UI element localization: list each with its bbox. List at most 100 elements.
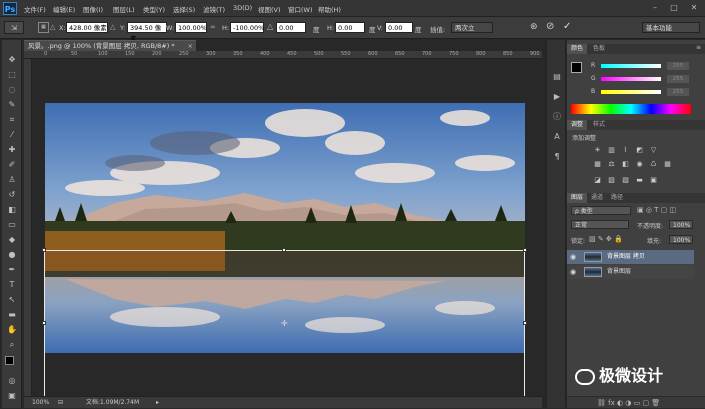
- status-menu-icon[interactable]: ▸: [156, 397, 159, 408]
- tab-swatches[interactable]: 色板: [589, 44, 609, 54]
- color-balance-icon[interactable]: ⚖: [607, 160, 616, 168]
- menu-select[interactable]: 选择(S): [173, 4, 195, 14]
- clone-stamp-tool-icon[interactable]: ♙: [5, 174, 19, 186]
- screen-mode-icon[interactable]: ▣: [5, 390, 19, 402]
- color-lookup-icon[interactable]: ▦: [663, 160, 672, 168]
- curves-icon[interactable]: ⌇: [621, 146, 630, 154]
- menu-help[interactable]: 帮助(H): [318, 4, 341, 14]
- channel-b-slider[interactable]: [601, 90, 661, 94]
- transform-tool-preset[interactable]: ⇲: [4, 21, 24, 34]
- menu-window[interactable]: 窗口(W): [288, 4, 313, 14]
- properties-panel-icon[interactable]: ⓘ: [550, 110, 564, 124]
- channel-r-slider[interactable]: [601, 64, 661, 68]
- channel-g-slider[interactable]: [601, 77, 661, 81]
- transform-center-icon[interactable]: ✛: [281, 319, 288, 328]
- gradient-tool-icon[interactable]: ▭: [5, 219, 19, 231]
- character-panel-icon[interactable]: A: [550, 130, 564, 144]
- black-white-icon[interactable]: ◧: [621, 160, 630, 168]
- interpolation-dropdown[interactable]: 两次立: [451, 22, 493, 33]
- transform-handle-tc[interactable]: [282, 248, 286, 252]
- vskew-field[interactable]: 0.00: [385, 22, 413, 33]
- vibrance-icon[interactable]: ▽: [649, 146, 658, 154]
- type-tool-icon[interactable]: T: [5, 279, 19, 291]
- visibility-eye-icon[interactable]: ◉: [570, 268, 578, 276]
- workspace-dropdown[interactable]: 基本功能: [642, 22, 700, 33]
- x-field[interactable]: 428.00 像素: [66, 22, 108, 33]
- marquee-tool-icon[interactable]: ⬚: [5, 69, 19, 81]
- history-brush-tool-icon[interactable]: ↺: [5, 189, 19, 201]
- tab-styles[interactable]: 样式: [589, 120, 609, 130]
- color-spectrum-bar[interactable]: [571, 104, 691, 114]
- foreground-color-swatch[interactable]: [5, 356, 14, 365]
- transform-handle-tl[interactable]: [42, 248, 46, 252]
- maximize-button[interactable]: □: [665, 2, 683, 14]
- layer-row-copy[interactable]: ◉ 背景图层 拷贝: [567, 250, 694, 264]
- menu-image[interactable]: 图像(I): [83, 4, 103, 14]
- zoom-tool-icon[interactable]: ⌕: [5, 339, 19, 351]
- visibility-eye-icon[interactable]: ◉: [570, 253, 578, 261]
- path-select-tool-icon[interactable]: ↖: [5, 294, 19, 306]
- y-field[interactable]: 394.50 像素: [127, 22, 167, 43]
- pen-tool-icon[interactable]: ✒: [5, 264, 19, 276]
- quick-mask-icon[interactable]: ◎: [5, 375, 19, 387]
- channel-b-value[interactable]: 255: [667, 88, 689, 96]
- tab-adjustments[interactable]: 调整: [567, 120, 588, 130]
- canvas-image[interactable]: [45, 103, 525, 353]
- transform-handle-mr[interactable]: [523, 321, 527, 325]
- healing-tool-icon[interactable]: ✚: [5, 144, 19, 156]
- tab-layers[interactable]: 图层: [567, 193, 588, 203]
- menu-layer[interactable]: 图层(L): [113, 4, 135, 14]
- layer-row-background[interactable]: ◉ 背景图层: [567, 265, 694, 279]
- opacity-field[interactable]: 100%: [669, 220, 693, 229]
- exposure-icon[interactable]: ◩: [635, 146, 644, 154]
- paragraph-panel-icon[interactable]: ¶: [550, 150, 564, 164]
- dodge-tool-icon[interactable]: ●: [5, 249, 19, 261]
- menu-file[interactable]: 文件(F): [24, 4, 46, 14]
- angle-field[interactable]: 0.00: [276, 22, 306, 33]
- hand-tool-icon[interactable]: ✋: [5, 324, 19, 336]
- channel-r-value[interactable]: 255: [667, 62, 689, 70]
- hue-sat-icon[interactable]: ▦: [593, 160, 602, 168]
- zoom-level[interactable]: 100%: [32, 397, 49, 408]
- shape-tool-icon[interactable]: ▬: [5, 309, 19, 321]
- brush-tool-icon[interactable]: ✐: [5, 159, 19, 171]
- hskew-field[interactable]: 0.00: [335, 22, 365, 33]
- filter-pixel-icon[interactable]: ▣ ◎ T ▢ ◫: [637, 206, 676, 214]
- levels-icon[interactable]: ▥: [607, 146, 616, 154]
- tab-channels[interactable]: 通道: [587, 193, 607, 203]
- threshold-icon[interactable]: ▧: [621, 176, 630, 184]
- selective-color-icon[interactable]: ▣: [649, 176, 658, 184]
- blend-mode-dropdown[interactable]: 正常: [571, 220, 629, 229]
- menu-3d[interactable]: 3D(D): [233, 4, 252, 12]
- blur-tool-icon[interactable]: ◆: [5, 234, 19, 246]
- width-field[interactable]: 100.00%: [175, 22, 207, 33]
- menu-edit[interactable]: 编辑(E): [53, 4, 75, 14]
- transform-handle-tr[interactable]: [523, 248, 527, 252]
- posterize-icon[interactable]: ▨: [607, 176, 616, 184]
- brightness-icon[interactable]: ☀: [593, 146, 602, 154]
- layer-filter-dropdown[interactable]: ρ 类型: [571, 206, 631, 215]
- move-tool-icon[interactable]: ✥: [5, 54, 19, 66]
- menu-type[interactable]: 类型(Y): [143, 4, 165, 14]
- height-field[interactable]: -100.00%: [230, 22, 264, 33]
- menu-view[interactable]: 视图(V): [258, 4, 281, 14]
- close-window-button[interactable]: ✕: [685, 2, 703, 14]
- actions-panel-icon[interactable]: ▶: [550, 90, 564, 104]
- link-aspect-icon[interactable]: ∞: [210, 23, 216, 31]
- reference-point-icon[interactable]: ▦: [38, 22, 49, 33]
- layers-footer-icons[interactable]: ⛓ fx ◐ ◑ ▭ ▢ 🗑: [567, 396, 705, 408]
- menu-filter[interactable]: 滤镜(T): [203, 4, 225, 14]
- cancel-transform-icon[interactable]: ⊘: [546, 21, 554, 32]
- fill-field[interactable]: 100%: [669, 235, 693, 244]
- eyedropper-tool-icon[interactable]: ⁄: [5, 129, 19, 141]
- transform-handle-ml[interactable]: [42, 321, 46, 325]
- eraser-tool-icon[interactable]: ◧: [5, 204, 19, 216]
- gradient-map-icon[interactable]: ▬: [635, 176, 644, 184]
- crop-tool-icon[interactable]: ⌗: [5, 114, 19, 126]
- panel-menu-icon[interactable]: ≡: [696, 44, 701, 51]
- history-panel-icon[interactable]: ▤: [550, 70, 564, 84]
- invert-icon[interactable]: ◪: [593, 176, 602, 184]
- quick-select-tool-icon[interactable]: ✎: [5, 99, 19, 111]
- lasso-tool-icon[interactable]: ◌: [5, 84, 19, 96]
- color-fg-swatch[interactable]: [571, 62, 582, 73]
